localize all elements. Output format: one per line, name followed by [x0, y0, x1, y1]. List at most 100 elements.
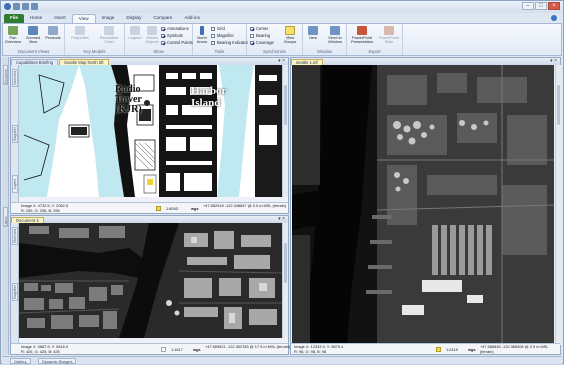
north-arrow-icon: [200, 26, 204, 35]
pane-close-icon[interactable]: ▾ ×: [278, 216, 285, 222]
properties-button[interactable]: Properties: [71, 26, 89, 40]
properties-icon: [75, 26, 85, 35]
sync-indicator-icon[interactable]: [161, 347, 166, 352]
minimize-button[interactable]: –: [522, 2, 534, 10]
hidden-objects-icon: [147, 26, 157, 35]
tab-compare[interactable]: Compare: [147, 14, 178, 23]
symbols-checkbox[interactable]: Symbols: [161, 33, 183, 38]
app-menu-icon[interactable]: [4, 3, 11, 10]
pane-close-icon[interactable]: ▾ ×: [550, 58, 557, 64]
group-window: New Send to Window Window: [303, 24, 347, 55]
coverage-checkbox[interactable]: Coverage: [250, 40, 274, 45]
products-button[interactable]: Products: [44, 26, 62, 40]
status-geo-coords: +47.588845 -122.368408 @ 2.9 m MSL (terr…: [480, 344, 549, 354]
vertical-scrollbar[interactable]: [282, 65, 288, 197]
sync-indicator-icon[interactable]: [436, 347, 441, 352]
group-label-document-views: Document Views: [17, 49, 50, 54]
status-pixel-values: R: 255, G: 255, B: 255: [21, 207, 60, 213]
help-icon[interactable]: [551, 15, 557, 21]
center-checkbox[interactable]: Center: [250, 26, 268, 31]
bottom-tab-dynamic-ranges[interactable]: Dynamic Ranges: [38, 358, 77, 364]
magnifier-checkbox[interactable]: Magnifier: [211, 33, 234, 38]
pane-close-icon[interactable]: ▾ ×: [278, 58, 285, 64]
north-arrow-button[interactable]: North Arrow: [193, 26, 211, 45]
send-to-window-icon: [330, 26, 340, 35]
aerial-image: [19, 223, 282, 338]
group-label-window: Window: [317, 49, 332, 54]
status-datum: wgs: [468, 347, 476, 352]
aerial-canvas[interactable]: [19, 223, 282, 338]
powerpoint-presentation-button[interactable]: PowerPoint Presentation: [349, 26, 375, 45]
maximize-button[interactable]: □: [535, 2, 547, 10]
redo-icon[interactable]: [31, 3, 38, 10]
quick-access-toolbar: [4, 3, 38, 10]
side-tab-magnifier[interactable]: Magnifier: [12, 283, 18, 301]
new-window-button[interactable]: New: [304, 26, 322, 40]
side-tab-layers[interactable]: Layers: [3, 207, 8, 227]
vertical-scrollbar[interactable]: [282, 223, 288, 338]
group-document-views: Pan Overview Zoomed View Products Docume…: [3, 24, 65, 55]
satellite-image: [292, 65, 554, 345]
coverage-check-icon: [250, 40, 254, 45]
resolution-chart-label: Resolution Chart: [99, 35, 119, 45]
tab-add-ins[interactable]: Add-ins: [178, 14, 206, 23]
undo-icon[interactable]: [22, 3, 29, 10]
center-label: Center: [256, 26, 269, 31]
status-bar: Image X: 12343.9, Y: 8575.4 R: 98, G: 98…: [291, 343, 560, 354]
group-label-show: Show: [153, 49, 164, 54]
status-bar: Image X: 3687.9, Y: 5616.9 R: 425, G: 42…: [11, 343, 290, 354]
grid-check-icon: [211, 26, 215, 31]
hidden-objects-button[interactable]: Hidden Objects: [143, 26, 161, 45]
tab-insert[interactable]: Insert: [48, 14, 72, 23]
status-scale: 1:1617: [171, 347, 183, 352]
status-image-readout: Image X: 3687.9, Y: 5616.9 R: 425, G: 42…: [21, 344, 151, 354]
annotations-checkbox[interactable]: Annotations: [161, 26, 189, 31]
new-window-label: New: [309, 35, 317, 40]
side-tab-magnifier[interactable]: Magnifier: [12, 125, 18, 143]
status-geo-coords: +47.569521 -122.352783 @ 17.9 m MSL (ter…: [205, 344, 291, 349]
symbols-check-icon: [161, 33, 165, 38]
bottom-dock-bar: Gallery Dynamic Ranges: [2, 356, 562, 364]
zoomed-view-button[interactable]: Zoomed View: [24, 26, 42, 45]
bearing-check-icon: [250, 33, 254, 38]
resolution-chart-button[interactable]: Resolution Chart: [97, 26, 121, 45]
side-tab-overview[interactable]: Overview: [12, 227, 18, 245]
bearing-indicator-checkbox[interactable]: Bearing Indicator: [211, 40, 248, 45]
view-groups-icon: [285, 26, 295, 35]
tab-view[interactable]: View: [71, 14, 96, 23]
save-icon[interactable]: [13, 3, 20, 10]
legend-button[interactable]: Legend: [126, 26, 144, 40]
hidden-objects-label: Hidden Objects: [145, 35, 159, 45]
pan-overview-button[interactable]: Pan Overview: [4, 26, 22, 45]
view-groups-label: View Groups: [283, 35, 297, 45]
powerpoint-slide-button[interactable]: PowerPoint Slide: [376, 26, 402, 45]
window-controls: – □ ×: [522, 2, 560, 10]
powerpoint-presentation-label: PowerPoint Presentation: [351, 35, 373, 45]
view-groups-button[interactable]: View Groups: [281, 26, 299, 45]
status-datum: wgs: [191, 206, 199, 211]
pane-side-strip: Overview Magnifier: [11, 223, 19, 345]
control-points-label: Control Points: [167, 40, 193, 45]
map-canvas[interactable]: Radio Tower (KJR) Harbor Island: [19, 65, 282, 197]
status-image-readout: Image X: 4732.5, Y: 2062.5 R: 255, G: 25…: [21, 203, 151, 213]
tab-file[interactable]: File: [4, 14, 24, 23]
side-tab-layers-2[interactable]: Layers: [12, 175, 18, 193]
sync-indicator-icon[interactable]: [156, 206, 161, 211]
group-key-models: Properties Resolution Chart Key Models: [65, 24, 125, 55]
app-window: – □ × File Home Insert View Image Displa…: [0, 0, 564, 364]
bearing-indicator-check-icon: [211, 40, 215, 45]
bearing-checkbox[interactable]: Bearing: [250, 33, 270, 38]
send-to-window-button[interactable]: Send to Window: [324, 26, 346, 45]
side-tab-overview[interactable]: Overview: [12, 69, 18, 87]
tab-home[interactable]: Home: [24, 14, 48, 23]
close-button[interactable]: ×: [548, 2, 560, 10]
tab-image[interactable]: Image: [96, 14, 121, 23]
control-points-checkbox[interactable]: Control Points: [161, 40, 193, 45]
properties-label: Properties: [71, 35, 89, 40]
vertical-scrollbar[interactable]: [555, 65, 561, 345]
satellite-canvas[interactable]: [292, 65, 554, 345]
grid-checkbox[interactable]: Grid: [211, 26, 225, 31]
side-tab-document-views[interactable]: Document Views: [3, 65, 8, 85]
bottom-tab-gallery[interactable]: Gallery: [10, 358, 31, 364]
tab-display[interactable]: Display: [120, 14, 147, 23]
